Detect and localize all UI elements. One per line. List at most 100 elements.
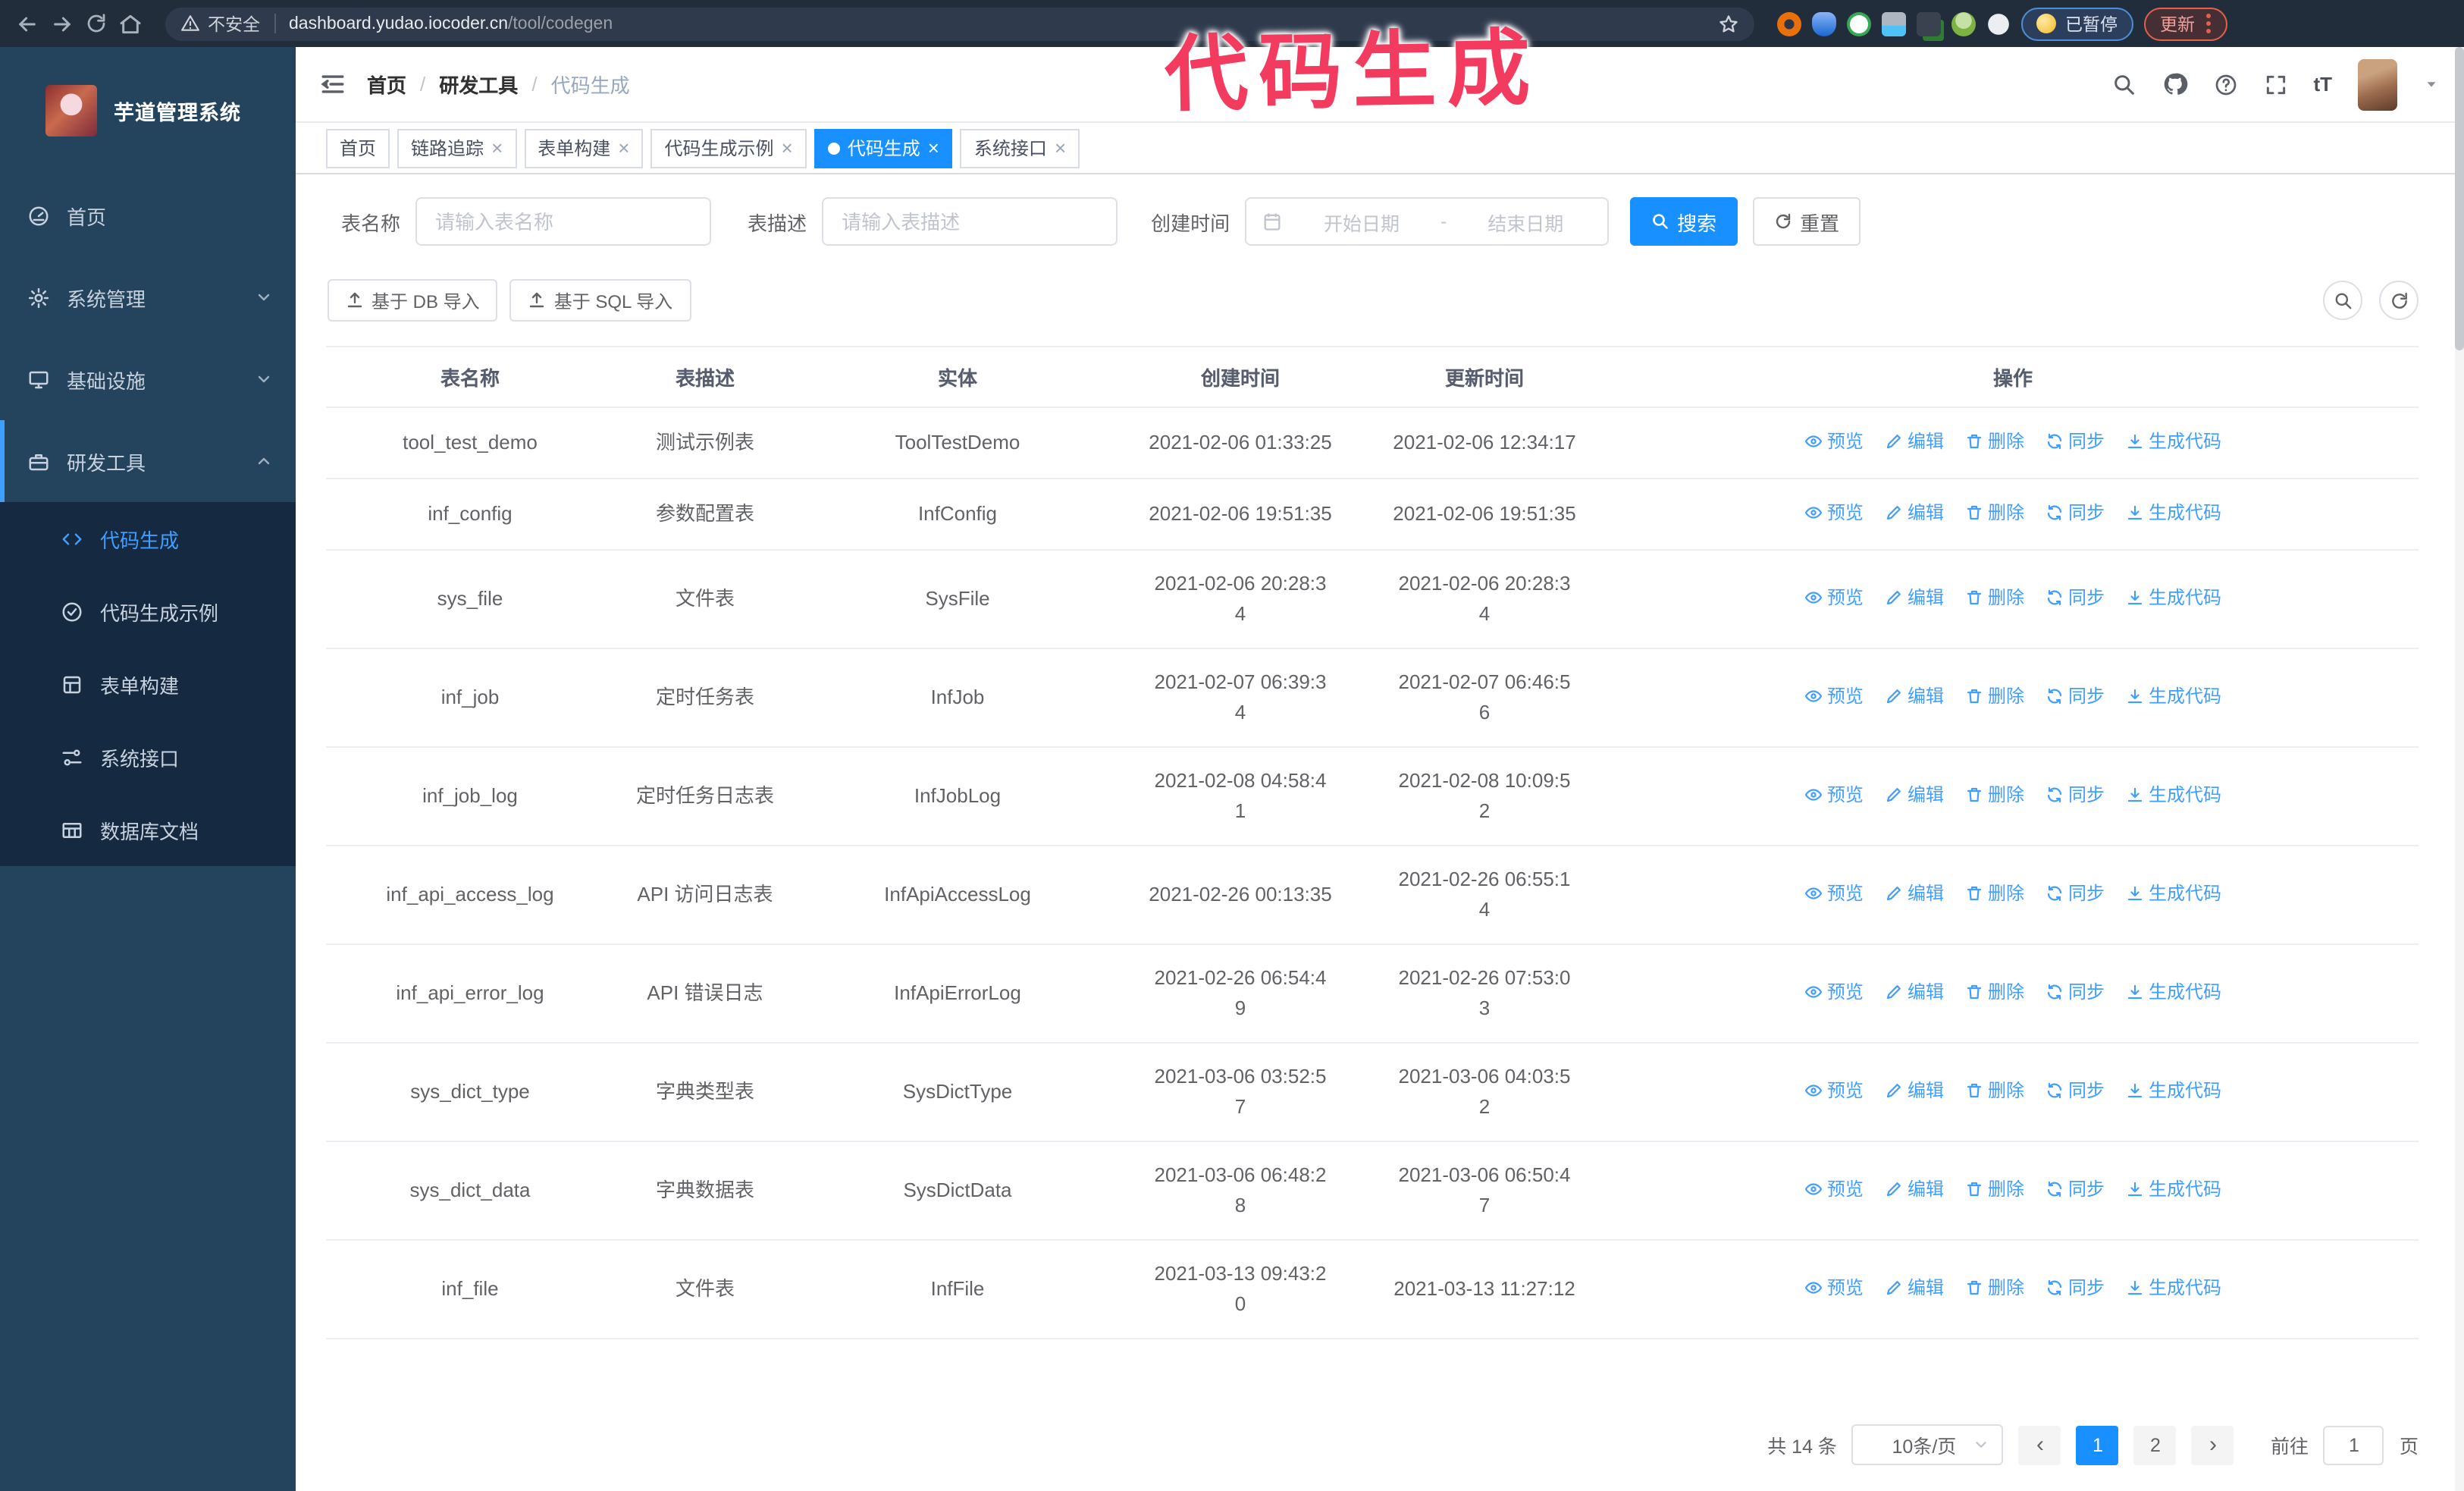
menu-dots-icon[interactable] [2205, 14, 2210, 33]
row-action-preview[interactable]: 预览 [1804, 1174, 1864, 1204]
row-action-preview[interactable]: 预览 [1804, 780, 1864, 810]
row-action-delete[interactable]: 删除 [1965, 878, 2024, 909]
scrollbar-thumb[interactable] [2455, 47, 2464, 350]
row-action-sync[interactable]: 同步 [2045, 878, 2105, 909]
sidebar-item-form-builder[interactable]: 表单构建 [0, 648, 296, 720]
start-date-placeholder[interactable]: 开始日期 [1295, 207, 1428, 236]
browser-forward-icon[interactable] [50, 11, 74, 36]
tab-首页[interactable]: 首页 [326, 128, 390, 168]
row-action-sync[interactable]: 同步 [2045, 498, 2105, 528]
browser-extension-icon[interactable] [1882, 11, 1906, 36]
address-bar[interactable]: 不安全 dashboard.yudao.iocoder.cn/tool/code… [165, 7, 1754, 40]
date-range-picker[interactable]: 开始日期 - 结束日期 [1245, 197, 1610, 246]
row-action-preview[interactable]: 预览 [1804, 1273, 1864, 1303]
row-action-generate[interactable]: 生成代码 [2126, 1174, 2221, 1204]
page-button-1[interactable]: 1 [2076, 1425, 2119, 1464]
row-action-sync[interactable]: 同步 [2045, 681, 2105, 711]
tab-链路追踪[interactable]: 链路追踪 × [397, 128, 517, 168]
sidebar-item-system[interactable]: 系统管理 [0, 256, 296, 338]
browser-update-button[interactable]: 更新 [2143, 7, 2227, 40]
browser-extension-icon[interactable] [1986, 11, 2011, 36]
sidebar-item-codegen-example[interactable]: 代码生成示例 [0, 575, 296, 648]
user-avatar[interactable] [2358, 58, 2397, 110]
row-action-delete[interactable]: 删除 [1965, 1174, 2024, 1204]
row-action-edit[interactable]: 编辑 [1885, 780, 1944, 810]
row-action-delete[interactable]: 删除 [1965, 498, 2024, 528]
row-action-edit[interactable]: 编辑 [1885, 498, 1944, 528]
breadcrumb-dev-tools[interactable]: 研发工具 [439, 70, 518, 99]
search-icon[interactable] [2111, 72, 2136, 96]
row-action-edit[interactable]: 编辑 [1885, 681, 1944, 711]
row-action-sync[interactable]: 同步 [2045, 1174, 2105, 1204]
row-action-edit[interactable]: 编辑 [1885, 1075, 1944, 1106]
row-action-generate[interactable]: 生成代码 [2126, 426, 2221, 457]
close-tab-icon[interactable]: × [928, 138, 939, 158]
table-name-input[interactable] [415, 197, 712, 246]
row-action-edit[interactable]: 编辑 [1885, 1174, 1944, 1204]
import-db-button[interactable]: 基于 DB 导入 [328, 279, 498, 322]
row-action-edit[interactable]: 编辑 [1885, 1273, 1944, 1303]
browser-home-icon[interactable] [118, 11, 143, 36]
row-action-delete[interactable]: 删除 [1965, 1075, 2024, 1106]
paused-extension-badge[interactable]: 已暂停 [2021, 7, 2133, 40]
row-action-sync[interactable]: 同步 [2045, 582, 2105, 613]
row-action-edit[interactable]: 编辑 [1885, 878, 1944, 909]
row-action-delete[interactable]: 删除 [1965, 681, 2024, 711]
row-action-edit[interactable]: 编辑 [1885, 426, 1944, 457]
row-action-generate[interactable]: 生成代码 [2126, 1075, 2221, 1106]
refresh-table-button[interactable] [2379, 281, 2419, 320]
row-action-delete[interactable]: 删除 [1965, 977, 2024, 1007]
row-action-preview[interactable]: 预览 [1804, 582, 1864, 613]
browser-extension-icon[interactable] [1847, 11, 1871, 36]
row-action-preview[interactable]: 预览 [1804, 498, 1864, 528]
table-desc-input[interactable] [822, 197, 1118, 246]
sidebar-item-db-doc[interactable]: 数据库文档 [0, 793, 296, 866]
row-action-edit[interactable]: 编辑 [1885, 582, 1944, 613]
browser-extension-icon[interactable] [1812, 11, 1836, 36]
tab-代码生成[interactable]: 代码生成 × [813, 128, 953, 168]
row-action-sync[interactable]: 同步 [2045, 1075, 2105, 1106]
end-date-placeholder[interactable]: 结束日期 [1459, 207, 1592, 236]
row-action-generate[interactable]: 生成代码 [2126, 878, 2221, 909]
tab-代码生成示例[interactable]: 代码生成示例 × [650, 128, 807, 168]
search-button[interactable]: 搜索 [1630, 197, 1738, 246]
row-action-preview[interactable]: 预览 [1804, 977, 1864, 1007]
row-action-generate[interactable]: 生成代码 [2126, 780, 2221, 810]
row-action-delete[interactable]: 删除 [1965, 426, 2024, 457]
goto-page-input[interactable] [2323, 1425, 2384, 1464]
row-action-generate[interactable]: 生成代码 [2126, 498, 2221, 528]
row-action-preview[interactable]: 预览 [1804, 426, 1864, 457]
sidebar-item-codegen[interactable]: 代码生成 [0, 502, 296, 575]
tab-系统接口[interactable]: 系统接口 × [960, 128, 1080, 168]
row-action-preview[interactable]: 预览 [1804, 681, 1864, 711]
row-action-generate[interactable]: 生成代码 [2126, 681, 2221, 711]
prev-page-button[interactable]: ‹ [2018, 1425, 2061, 1464]
help-icon[interactable] [2213, 72, 2237, 96]
browser-extension-icon[interactable] [1777, 11, 1801, 36]
security-label[interactable]: 不安全 [208, 11, 260, 36]
next-page-button[interactable]: › [2191, 1425, 2234, 1464]
caret-down-icon[interactable] [2423, 76, 2440, 93]
toggle-search-button[interactable] [2323, 281, 2362, 320]
app-logo[interactable]: 芋道管理系统 [0, 47, 296, 174]
browser-reload-icon[interactable] [85, 12, 108, 35]
sidebar-item-infrastructure[interactable]: 基础设施 [0, 338, 296, 420]
fullscreen-icon[interactable] [2263, 72, 2287, 96]
close-tab-icon[interactable]: × [618, 138, 629, 158]
page-button-2[interactable]: 2 [2133, 1425, 2177, 1464]
row-action-preview[interactable]: 预览 [1804, 878, 1864, 909]
bookmark-star-icon[interactable] [1718, 13, 1739, 34]
row-action-edit[interactable]: 编辑 [1885, 977, 1944, 1007]
row-action-delete[interactable]: 删除 [1965, 582, 2024, 613]
sidebar-item-system-api[interactable]: 系统接口 [0, 720, 296, 793]
reset-button[interactable]: 重置 [1753, 197, 1861, 246]
tab-表单构建[interactable]: 表单构建 × [524, 128, 644, 168]
browser-extension-icon[interactable] [1951, 11, 1976, 36]
close-tab-icon[interactable]: × [1055, 138, 1066, 158]
row-action-preview[interactable]: 预览 [1804, 1075, 1864, 1106]
browser-extension-icon[interactable] [1917, 11, 1941, 36]
sidebar-item-dev-tools[interactable]: 研发工具 [0, 420, 296, 502]
close-tab-icon[interactable]: × [782, 138, 793, 158]
row-action-sync[interactable]: 同步 [2045, 1273, 2105, 1303]
github-icon[interactable] [2161, 71, 2187, 97]
